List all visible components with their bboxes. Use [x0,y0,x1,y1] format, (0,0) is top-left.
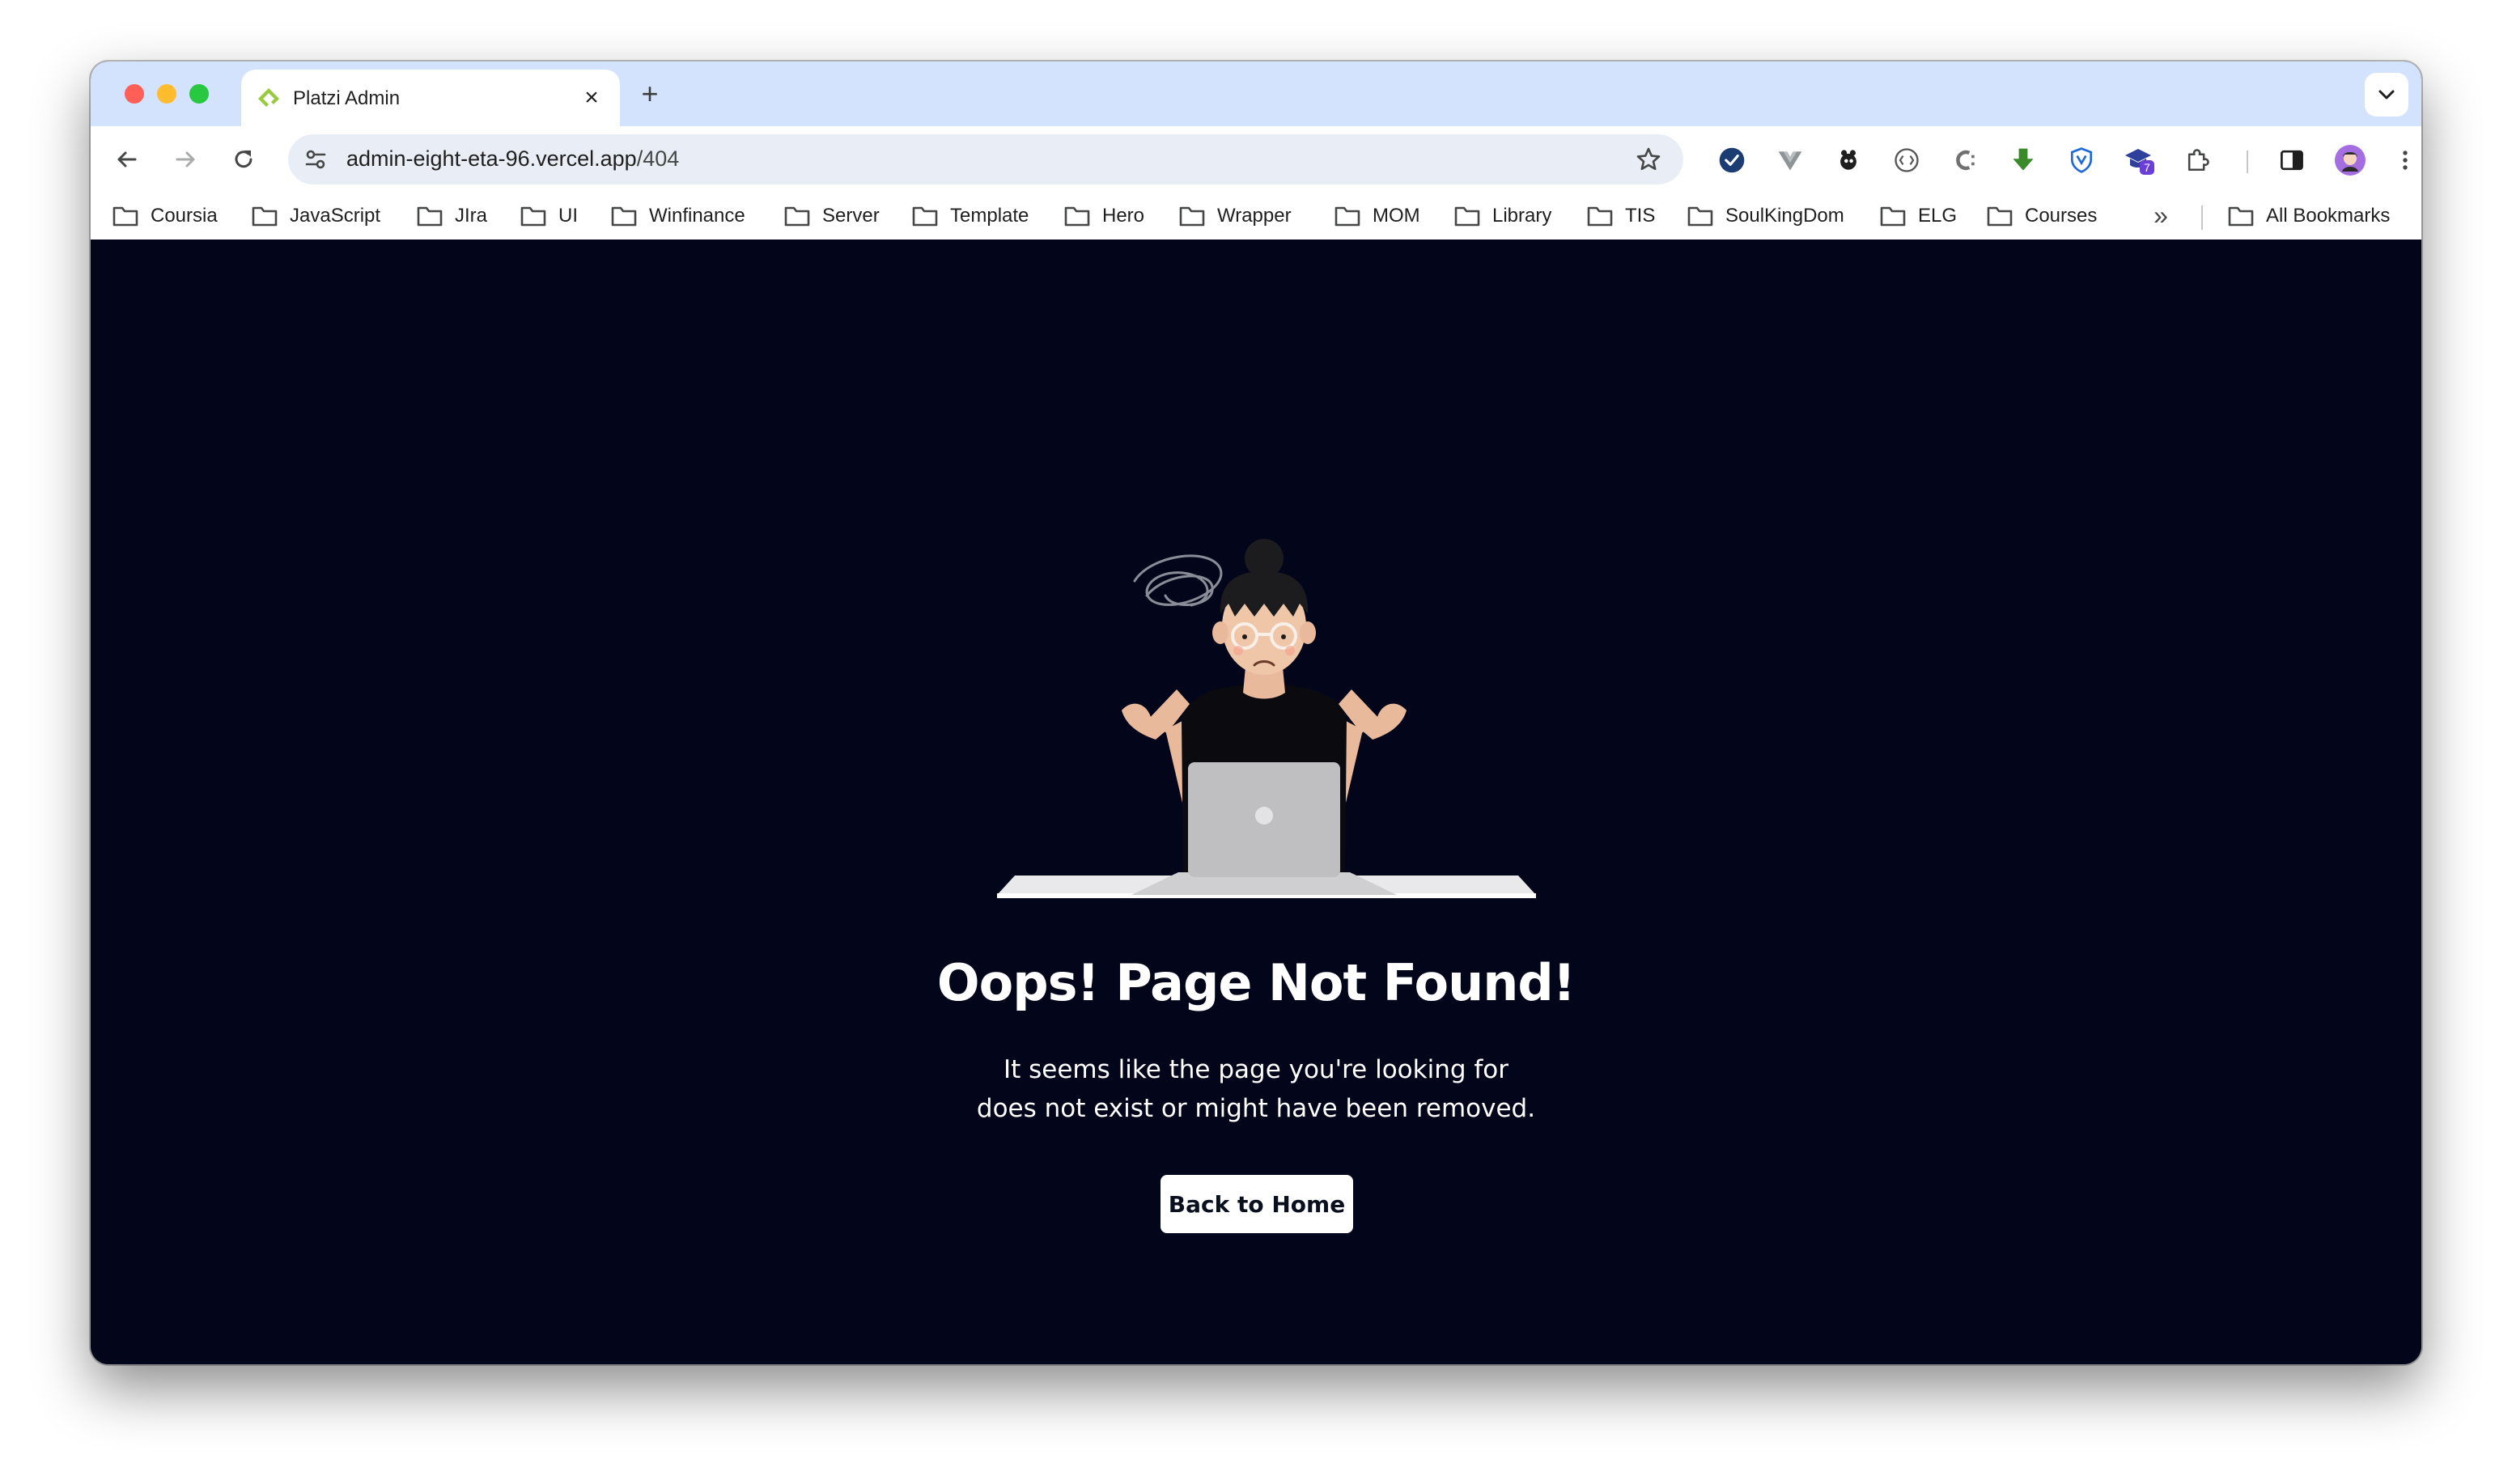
tab-title: Platzi Admin [293,87,401,109]
bookmarks-divider [2201,206,2203,230]
side-panel-icon[interactable] [2276,144,2308,176]
extension-grad-cap-icon[interactable]: 7 [2124,144,2156,176]
maximize-window-button[interactable] [189,84,209,104]
bookmark-winfinance[interactable]: Winfinance [610,202,745,230]
bookmark-jira[interactable]: JIra [416,202,487,230]
bookmark-label: MOM [1373,205,1420,227]
bookmark-library[interactable]: Library [1453,202,1551,230]
new-tab-button[interactable]: + [633,78,667,112]
back-to-home-button[interactable]: Back to Home [1161,1175,1353,1233]
error-description: It seems like the page you're looking fo… [91,1050,2421,1128]
bookmark-label: TIS [1625,205,1656,227]
bookmark-label: All Bookmarks [2266,205,2391,227]
bookmark-label: Winfinance [649,205,745,227]
url-path: /404 [636,146,680,171]
scribble-icon [1133,554,1223,607]
folder-icon [1334,206,1360,227]
bookmark-label: Wrapper [1217,205,1292,227]
reload-icon [235,151,252,168]
bookmark-server[interactable]: Server [783,202,880,230]
bookmark-label: Coursia [151,205,218,227]
tab-platzi-admin[interactable]: Platzi Admin × [241,70,620,126]
bookmark-wrapper[interactable]: Wrapper [1178,202,1292,230]
description-line-2: does not exist or might have been remove… [976,1094,1536,1123]
tab-search-button[interactable] [2365,73,2408,117]
bookmark-soulkingdom[interactable]: SoulKingDom [1687,202,1844,230]
bookmark-template[interactable]: Template [911,202,1029,230]
forward-button[interactable] [165,139,206,180]
bookmarks-overflow-icon[interactable]: » [2145,201,2177,231]
folder-icon [1179,206,1205,227]
extension-download-icon[interactable] [2007,144,2039,176]
profile-avatar[interactable] [2334,144,2366,176]
folder-icon [2228,206,2254,227]
bookmark-label: Courses [2025,205,2098,227]
folder-icon [611,206,637,227]
address-bar[interactable]: admin-eight-eta-96.vercel.app/404 [288,134,1683,184]
bookmark-label: UI [558,205,578,227]
extension-vue-icon[interactable] [1774,144,1806,176]
toolbar-divider [2247,151,2248,173]
bookmark-ui[interactable]: UI [520,202,578,230]
bookmark-label: Template [950,205,1029,227]
folder-icon [520,206,546,227]
extension-check-icon[interactable] [1716,144,1748,176]
page-title: Oops! Page Not Found! [936,953,1576,1012]
folder-icon [784,206,810,227]
extension-badge-count: 7 [2144,161,2150,174]
confused-person-illustration [997,539,1536,898]
bookmark-label: Hero [1102,205,1145,227]
bookmark-label: Library [1492,205,1552,227]
bookmarks-bar: Coursia JavaScript JIra UI Winfinance Se… [91,193,2421,240]
bookmark-label: ELG [1918,205,1958,227]
folder-icon [1987,206,2013,227]
bookmark-star-icon[interactable] [1635,146,1662,173]
page-content: Oops! Page Not Found! It seems like the … [91,240,2421,1364]
back-button[interactable] [107,139,147,180]
bookmark-hero[interactable]: Hero [1063,202,1144,230]
browser-menu-icon[interactable] [2389,144,2421,176]
bookmark-all-bookmarks[interactable]: All Bookmarks [2227,202,2390,230]
extension-colorzilla-icon[interactable] [1949,144,1981,176]
extensions-puzzle-icon[interactable] [2182,144,2214,176]
arrow-left-icon [117,151,137,167]
bookmark-label: JIra [455,205,488,227]
chevron-down-icon [2378,90,2395,100]
browser-window: Platzi Admin × + admin-eight-eta-96.verc… [91,61,2421,1364]
folder-icon [1454,206,1480,227]
platzi-logo-icon [258,88,279,107]
bookmark-tis[interactable]: TIS [1586,202,1655,230]
extension-shield-icon[interactable] [2065,144,2098,176]
extension-code-icon[interactable] [1890,144,1923,176]
bookmark-elg[interactable]: ELG [1879,202,1957,230]
folder-icon [1064,206,1090,227]
bookmark-label: Server [822,205,880,227]
folder-icon [1880,206,1906,227]
arrow-right-icon [176,151,195,167]
bookmark-mom[interactable]: MOM [1334,202,1420,230]
reload-button[interactable] [223,139,264,180]
url-text[interactable]: admin-eight-eta-96.vercel.app/404 [346,146,679,172]
bookmark-courses[interactable]: Courses [1986,202,2097,230]
folder-icon [912,206,938,227]
tab-close-icon[interactable]: × [578,84,605,112]
folder-icon [112,206,138,227]
folder-icon [1687,206,1713,227]
bookmark-label: SoulKingDom [1725,205,1844,227]
bookmark-coursia[interactable]: Coursia [112,202,218,230]
bookmark-label: JavaScript [290,205,381,227]
description-line-1: It seems like the page you're looking fo… [1003,1055,1509,1084]
bookmark-javascript[interactable]: JavaScript [251,202,380,230]
folder-icon [417,206,443,227]
extension-dark-reader-icon[interactable] [1832,144,1865,176]
minimize-window-button[interactable] [157,84,176,104]
tab-strip: Platzi Admin × + [91,61,2421,126]
url-host: admin-eight-eta-96.vercel.app [346,146,637,171]
close-window-button[interactable] [125,84,144,104]
browser-toolbar: admin-eight-eta-96.vercel.app/404 7 [91,126,2421,193]
folder-icon [1587,206,1613,227]
folder-icon [252,206,278,227]
site-settings-icon[interactable] [303,146,329,172]
